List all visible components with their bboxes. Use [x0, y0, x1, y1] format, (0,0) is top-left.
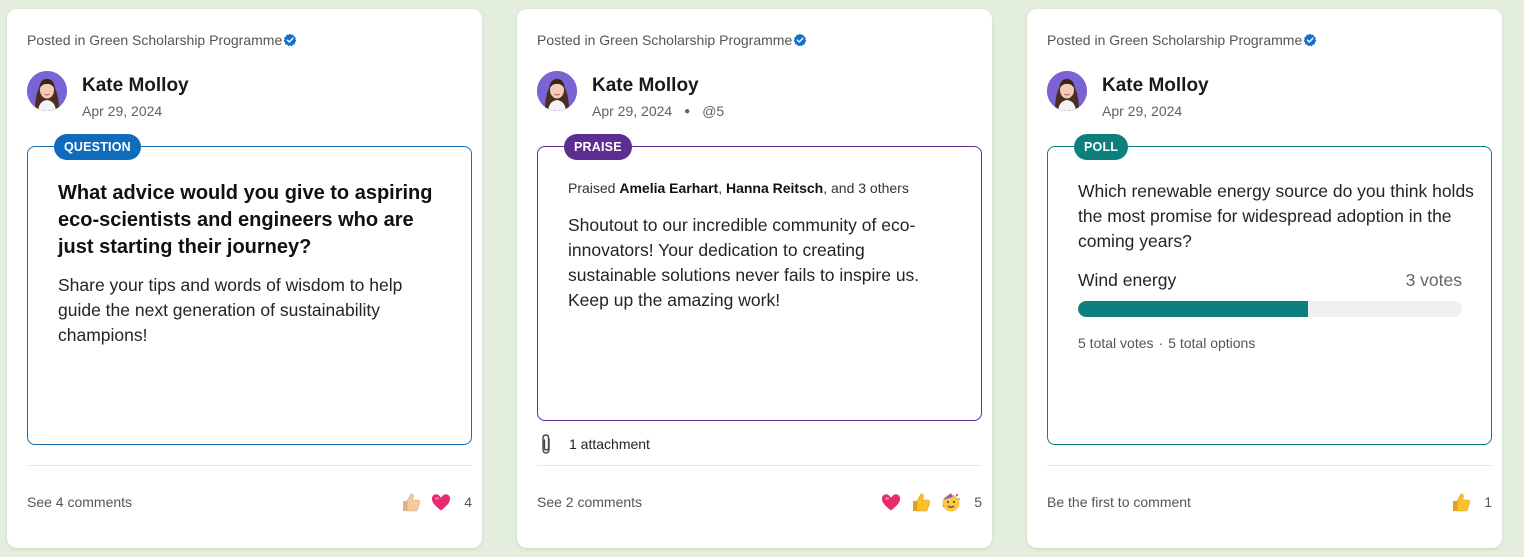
question-tag: QUESTION: [54, 134, 141, 160]
poll-summary: 5 total votes · 5 total options: [1078, 335, 1255, 351]
seen-count[interactable]: @5: [702, 103, 724, 119]
author-row: Kate Molloy Apr 29, 2024: [1047, 71, 1209, 119]
reactions-summary[interactable]: 5: [872, 491, 982, 513]
posted-in-text: Posted in Green Scholarship Programme: [537, 32, 793, 48]
praised-person-2[interactable]: Hanna Reitsch: [726, 180, 823, 196]
poll-progress-bar: [1078, 301, 1462, 317]
paperclip-icon: [542, 434, 550, 454]
author-name[interactable]: Kate Molloy: [82, 75, 189, 97]
summary-separator: ·: [1158, 335, 1164, 351]
poll-content-box[interactable]: POLL Which renewable energy source do yo…: [1047, 134, 1492, 445]
celebrate-icon: [940, 491, 962, 513]
reaction-count: 4: [464, 494, 472, 510]
card-footer: See 4 comments 4: [27, 491, 472, 513]
reaction-count: 5: [974, 494, 982, 510]
total-options: 5 total options: [1168, 335, 1256, 351]
posted-in-text: Posted in Green Scholarship Programme: [27, 32, 283, 48]
avatar[interactable]: [537, 71, 577, 111]
verified-badge-icon: [793, 33, 807, 47]
post-date-text: Apr 29, 2024: [592, 103, 673, 119]
see-comments-link[interactable]: See 2 comments: [537, 494, 642, 510]
posted-in-label: Posted in Green Scholarship Programme: [1047, 32, 1317, 48]
poll-tag: POLL: [1074, 134, 1129, 160]
author-name[interactable]: Kate Molloy: [1102, 75, 1209, 97]
post-date-text: Apr 29, 2024: [82, 103, 163, 119]
author-row: Kate Molloy Apr 29, 2024: [27, 71, 189, 119]
praised-separator: ,: [718, 180, 723, 196]
post-date-text: Apr 29, 2024: [1102, 103, 1183, 119]
divider: [1047, 465, 1492, 466]
avatar[interactable]: [27, 71, 67, 111]
praised-people: Praised Amelia Earhart, Hanna Reitsch, a…: [568, 180, 909, 196]
praise-content-box[interactable]: PRAISE Praised Amelia Earhart, Hanna Rei…: [537, 134, 982, 421]
first-comment-link[interactable]: Be the first to comment: [1047, 494, 1191, 510]
post-date: Apr 29, 2024: [82, 103, 189, 119]
question-title: What advice would you give to aspiring e…: [58, 182, 433, 258]
question-content-box[interactable]: QUESTION What advice would you give to a…: [27, 134, 472, 445]
thumbs-up-icon: [1450, 491, 1472, 513]
question-post-card[interactable]: Posted in Green Scholarship Programme Ka…: [7, 9, 482, 548]
posted-in-label: Posted in Green Scholarship Programme: [27, 32, 297, 48]
posted-in-label: Posted in Green Scholarship Programme: [537, 32, 807, 48]
thumbs-up-icon: [400, 491, 422, 513]
author-name[interactable]: Kate Molloy: [592, 75, 724, 97]
author-row: Kate Molloy Apr 29, 2024 ● @5: [537, 71, 724, 119]
card-footer: See 2 comments 5: [537, 491, 982, 513]
verified-badge-icon: [1303, 33, 1317, 47]
heart-icon: [430, 491, 452, 513]
poll-option-label: Wind energy: [1078, 270, 1177, 290]
posted-in-text: Posted in Green Scholarship Programme: [1047, 32, 1303, 48]
poll-question: Which renewable energy source do you thi…: [1078, 181, 1474, 251]
card-footer: Be the first to comment 1: [1047, 491, 1492, 513]
total-votes: 5 total votes: [1078, 335, 1154, 351]
attachment-text: 1 attachment: [569, 436, 650, 452]
attachment-link[interactable]: 1 attachment: [539, 433, 650, 455]
praised-suffix[interactable]: , and 3 others: [823, 180, 909, 196]
praised-person-1[interactable]: Amelia Earhart: [619, 180, 718, 196]
praised-prefix: Praised: [568, 180, 616, 196]
verified-badge-icon: [283, 33, 297, 47]
poll-option-votes: 3 votes: [1405, 270, 1462, 290]
reaction-count: 1: [1484, 494, 1492, 510]
avatar[interactable]: [1047, 71, 1087, 111]
reactions-summary[interactable]: 4: [392, 491, 472, 513]
reactions-summary[interactable]: 1: [1442, 491, 1492, 513]
divider: [537, 465, 982, 466]
post-date: Apr 29, 2024: [1102, 103, 1209, 119]
poll-progress-fill: [1078, 301, 1309, 317]
see-comments-link[interactable]: See 4 comments: [27, 494, 132, 510]
praise-post-card[interactable]: Posted in Green Scholarship Programme Ka…: [517, 9, 992, 548]
divider: [27, 465, 472, 466]
separator-dot: ●: [684, 105, 691, 117]
question-body: Share your tips and words of wisdom to h…: [58, 275, 403, 345]
praise-body: Shoutout to our incredible community of …: [568, 215, 920, 310]
poll-post-card[interactable]: Posted in Green Scholarship Programme Ka…: [1027, 9, 1502, 548]
poll-option[interactable]: Wind energy 3 votes: [1078, 270, 1462, 291]
praise-tag: PRAISE: [564, 134, 632, 160]
post-date: Apr 29, 2024 ● @5: [592, 103, 724, 119]
thumbs-up-icon: [910, 491, 932, 513]
heart-icon: [880, 491, 902, 513]
